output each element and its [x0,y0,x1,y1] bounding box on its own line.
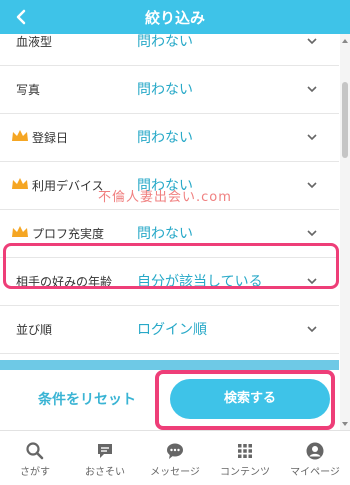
crown-icon [12,226,28,237]
scroll-up-arrow-icon[interactable] [340,36,350,46]
tab-invite[interactable]: おさそい [70,431,140,485]
filter-value: ログイン順 [137,322,207,338]
tab-label: コンテンツ [220,467,270,478]
watermark-text: 不倫人妻出会い.com [98,190,232,205]
filter-footer: 条件をリセット 検索する [0,370,339,430]
tab-contents[interactable]: コンテンツ [210,431,280,485]
filter-value: 問わない [137,34,193,50]
chevron-down-icon [307,326,317,333]
tab-messages[interactable]: メッセージ [140,431,210,485]
search-icon [26,442,44,460]
tab-label: マイページ [290,467,340,478]
tab-search[interactable]: さがす [0,431,70,485]
reset-conditions-button[interactable]: 条件をリセット [38,389,136,409]
filter-value: 問わない [137,226,193,242]
chevron-down-icon [307,230,317,237]
crown-icon [12,130,28,141]
header-bar: 絞り込み [0,0,350,34]
scroll-down-arrow-icon[interactable] [340,419,350,429]
tab-label: さがす [20,467,50,478]
filter-label: 登録日 [32,131,69,145]
section-divider [0,360,339,370]
filter-label: 利用デバイス [32,179,104,193]
tab-label: おさそい [85,467,125,478]
invite-icon [98,444,112,458]
filter-row-photo[interactable]: 写真 問わない [0,66,339,114]
filter-row-registration-date[interactable]: 登録日 問わない [0,114,339,162]
message-icon [167,443,183,459]
filter-label: 血液型 [16,35,53,49]
crown-icon [12,178,28,189]
search-button[interactable]: 検索する [170,379,330,419]
tab-label: メッセージ [150,467,200,478]
filter-label: 写真 [16,83,41,97]
highlight-box [3,243,339,289]
filter-row-blood-type[interactable]: 血液型 問わない [0,34,339,66]
filter-value: 問わない [137,82,193,98]
filter-row-sort-order[interactable]: 並び順 ログイン順 [0,306,339,354]
scrollbar-thumb[interactable] [342,82,348,158]
grid-icon [238,444,252,458]
page-title: 絞り込み [144,9,205,27]
chevron-down-icon [307,86,317,93]
user-icon [306,442,324,460]
filter-label: 並び順 [16,323,53,337]
tab-my-page[interactable]: マイページ [280,431,350,485]
filter-label: プロフ充実度 [32,227,105,241]
chevron-down-icon [307,38,317,45]
chevron-down-icon [307,134,317,141]
chevron-down-icon [307,182,317,189]
bottom-tab-bar: さがす おさそい メッセージ コンテンツ マイページ [0,430,350,485]
filter-value: 問わない [137,130,193,146]
